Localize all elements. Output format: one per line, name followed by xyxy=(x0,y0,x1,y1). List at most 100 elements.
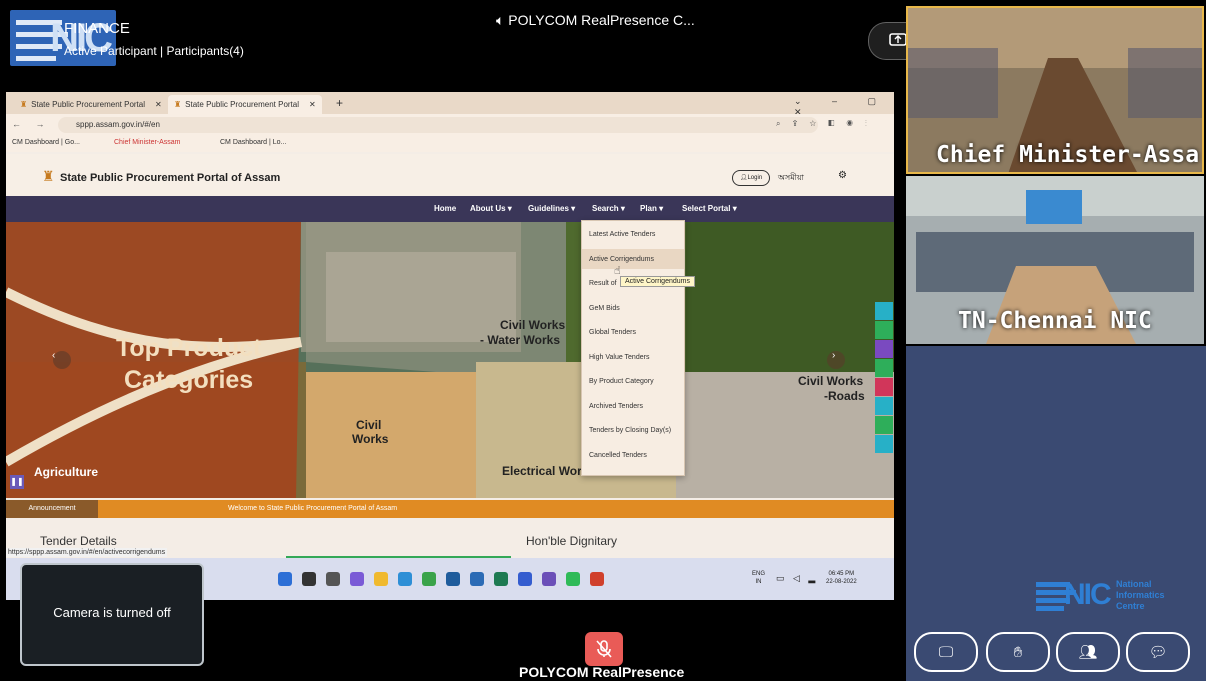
download-icon[interactable] xyxy=(875,416,893,434)
chat-button[interactable]: 💬︎ xyxy=(1126,632,1190,672)
hero-roads-1[interactable]: Civil Works xyxy=(798,374,863,388)
camera-off-message: Camera is turned off xyxy=(53,605,171,620)
contrast-icon[interactable] xyxy=(875,397,893,415)
tray-icons[interactable]: ▭ ◁ ▂ xyxy=(776,573,818,584)
hero-water-works-2[interactable]: - Water Works xyxy=(480,333,560,347)
dropdown-item[interactable]: High Value Tenders xyxy=(589,354,649,361)
nav-about[interactable]: About Us ▾ xyxy=(470,204,512,213)
hero-civil-2[interactable]: Works xyxy=(352,432,388,446)
tender-details-heading: Tender Details xyxy=(40,534,117,548)
taskview-icon[interactable] xyxy=(326,572,340,586)
site-title: State Public Procurement Portal of Assam xyxy=(60,172,281,184)
nic-line: Informatics xyxy=(1116,590,1165,600)
app-icon[interactable] xyxy=(470,572,484,586)
language-toggle[interactable]: অসমীয়া xyxy=(778,172,804,185)
browser-toolbar-icons[interactable]: ⌕ ⇪ ☆ ◧ ◉ ⋮ xyxy=(776,119,872,129)
mic-off-icon xyxy=(596,640,612,658)
search-icon[interactable] xyxy=(302,572,316,586)
dropdown-item[interactable]: Global Tenders xyxy=(589,329,636,336)
participants-status: Active Participant | Participants(4) xyxy=(64,44,244,58)
carousel-next-icon[interactable]: › xyxy=(832,350,835,361)
close-icon[interactable]: ✕ xyxy=(155,100,162,109)
dropdown-item[interactable]: Latest Active Tenders xyxy=(589,231,655,238)
help-icon[interactable] xyxy=(875,302,893,320)
announcement-bar xyxy=(6,500,894,518)
active-speaker: 🔈︎ POLYCOM RealPresence C... xyxy=(496,12,695,29)
zoom-icon[interactable] xyxy=(518,572,532,586)
speaker-label: POLYCOM RealPresence C... xyxy=(508,12,695,28)
browser-tab[interactable]: ♜ State Public Procurement Portal ✕ xyxy=(14,95,168,114)
teams-icon[interactable] xyxy=(542,572,556,586)
nav-select-portal[interactable]: Select Portal ▾ xyxy=(682,204,737,213)
hero-water-works-1[interactable]: Civil Works xyxy=(500,318,565,332)
dropdown-item[interactable]: Result of xyxy=(589,280,617,287)
video-tile-chennai[interactable]: TN-Chennai NIC xyxy=(906,176,1204,344)
app-icon[interactable] xyxy=(446,572,460,586)
sitemap-icon[interactable] xyxy=(875,340,893,358)
chat-icon[interactable] xyxy=(350,572,364,586)
carousel-prev-icon[interactable]: ‹ xyxy=(52,350,55,361)
chrome-icon[interactable] xyxy=(398,572,412,586)
nav-search[interactable]: Search ▾ xyxy=(592,204,625,213)
url-field[interactable]: sppp.assam.gov.in/#/en xyxy=(58,117,818,133)
login-button[interactable]: 👤︎Login xyxy=(732,170,770,186)
state-emblem-icon: ♜ xyxy=(42,168,55,184)
speaker-icon: 🔈︎ xyxy=(496,12,509,28)
close-icon[interactable]: ✕ xyxy=(309,100,316,109)
hero-roads-2[interactable]: -Roads xyxy=(824,389,865,403)
nic-line: National xyxy=(1116,579,1152,589)
app-icon[interactable] xyxy=(494,572,508,586)
raise-hand-button[interactable]: ✋︎ xyxy=(986,632,1050,672)
whatsapp-icon[interactable] xyxy=(566,572,580,586)
app-icon[interactable] xyxy=(590,572,604,586)
participants-button[interactable]: 👥︎ xyxy=(1056,632,1120,672)
nav-home[interactable]: Home xyxy=(434,204,456,213)
chat-icon: 💬︎ xyxy=(1148,644,1168,661)
new-tab-button[interactable]: + xyxy=(336,96,343,110)
conference-title: FINANCE xyxy=(64,20,130,37)
video-tile-chief-minister[interactable]: Chief Minister-Assa xyxy=(906,6,1204,174)
self-view-tile[interactable]: Camera is turned off xyxy=(20,563,204,666)
share-icon[interactable] xyxy=(875,435,893,453)
dignitary-heading: Hon'ble Dignitary xyxy=(526,534,618,548)
polycom-footer-label: POLYCOM RealPresence xyxy=(519,664,685,680)
dropdown-item[interactable]: Archived Tenders xyxy=(589,403,643,410)
hero-agriculture[interactable]: Agriculture xyxy=(34,465,98,479)
nav-plan[interactable]: Plan ▾ xyxy=(640,204,663,213)
start-icon[interactable] xyxy=(278,572,292,586)
settings-icon[interactable]: ⚙︎ xyxy=(838,170,847,181)
folder-icon[interactable] xyxy=(374,572,388,586)
system-clock[interactable]: 06:45 PM 22-08-2022 xyxy=(826,570,857,586)
bookmark-item[interactable]: Chief Minister-Assam xyxy=(114,139,181,146)
mute-indicator[interactable] xyxy=(585,632,623,666)
lang-code: ENG xyxy=(752,571,766,577)
dropdown-item[interactable]: By Product Category xyxy=(589,378,654,385)
info-icon[interactable] xyxy=(875,321,893,339)
link-icon[interactable] xyxy=(875,359,893,377)
pause-icon[interactable]: ❚❚ xyxy=(10,475,24,489)
people-icon: 👥︎ xyxy=(1078,644,1098,661)
nic-line: Centre xyxy=(1116,601,1145,611)
hero-civil-1[interactable]: Civil xyxy=(356,418,381,432)
dropdown-item[interactable]: Cancelled Tenders xyxy=(589,452,647,459)
layout-button[interactable]: 🖵︎ xyxy=(914,632,978,672)
bookmarks-bar: CM Dashboard | Go... Chief Minister-Assa… xyxy=(6,136,894,152)
announcement-text[interactable]: Welcome to State Public Procurement Port… xyxy=(228,505,397,512)
dropdown-item[interactable]: GeM Bids xyxy=(589,305,620,312)
dropdown-item-active[interactable]: Active Corrigendums xyxy=(589,256,654,263)
nav-guidelines[interactable]: Guidelines ▾ xyxy=(528,204,575,213)
bookmark-item[interactable]: CM Dashboard | Lo... xyxy=(220,139,286,146)
side-panel xyxy=(906,346,1206,681)
app-icon[interactable] xyxy=(422,572,436,586)
browser-tab-active[interactable]: ♜ State Public Procurement Portal ✕ xyxy=(168,95,322,114)
mouse-cursor-icon: ☝︎ xyxy=(614,265,621,277)
dropdown-item[interactable]: Tenders by Closing Day(s) xyxy=(589,427,671,434)
language-indicator[interactable]: ENG IN xyxy=(752,570,765,586)
clock-date: 22-08-2022 xyxy=(826,579,857,585)
lang-region: IN xyxy=(755,579,762,585)
bookmark-item[interactable]: CM Dashboard | Go... xyxy=(12,139,80,146)
tooltip: Active Corrigendums xyxy=(620,276,695,287)
phone-icon[interactable] xyxy=(875,378,893,396)
emblem-icon: ♜ xyxy=(20,100,28,109)
clock-time: 06:45 PM xyxy=(828,571,855,577)
